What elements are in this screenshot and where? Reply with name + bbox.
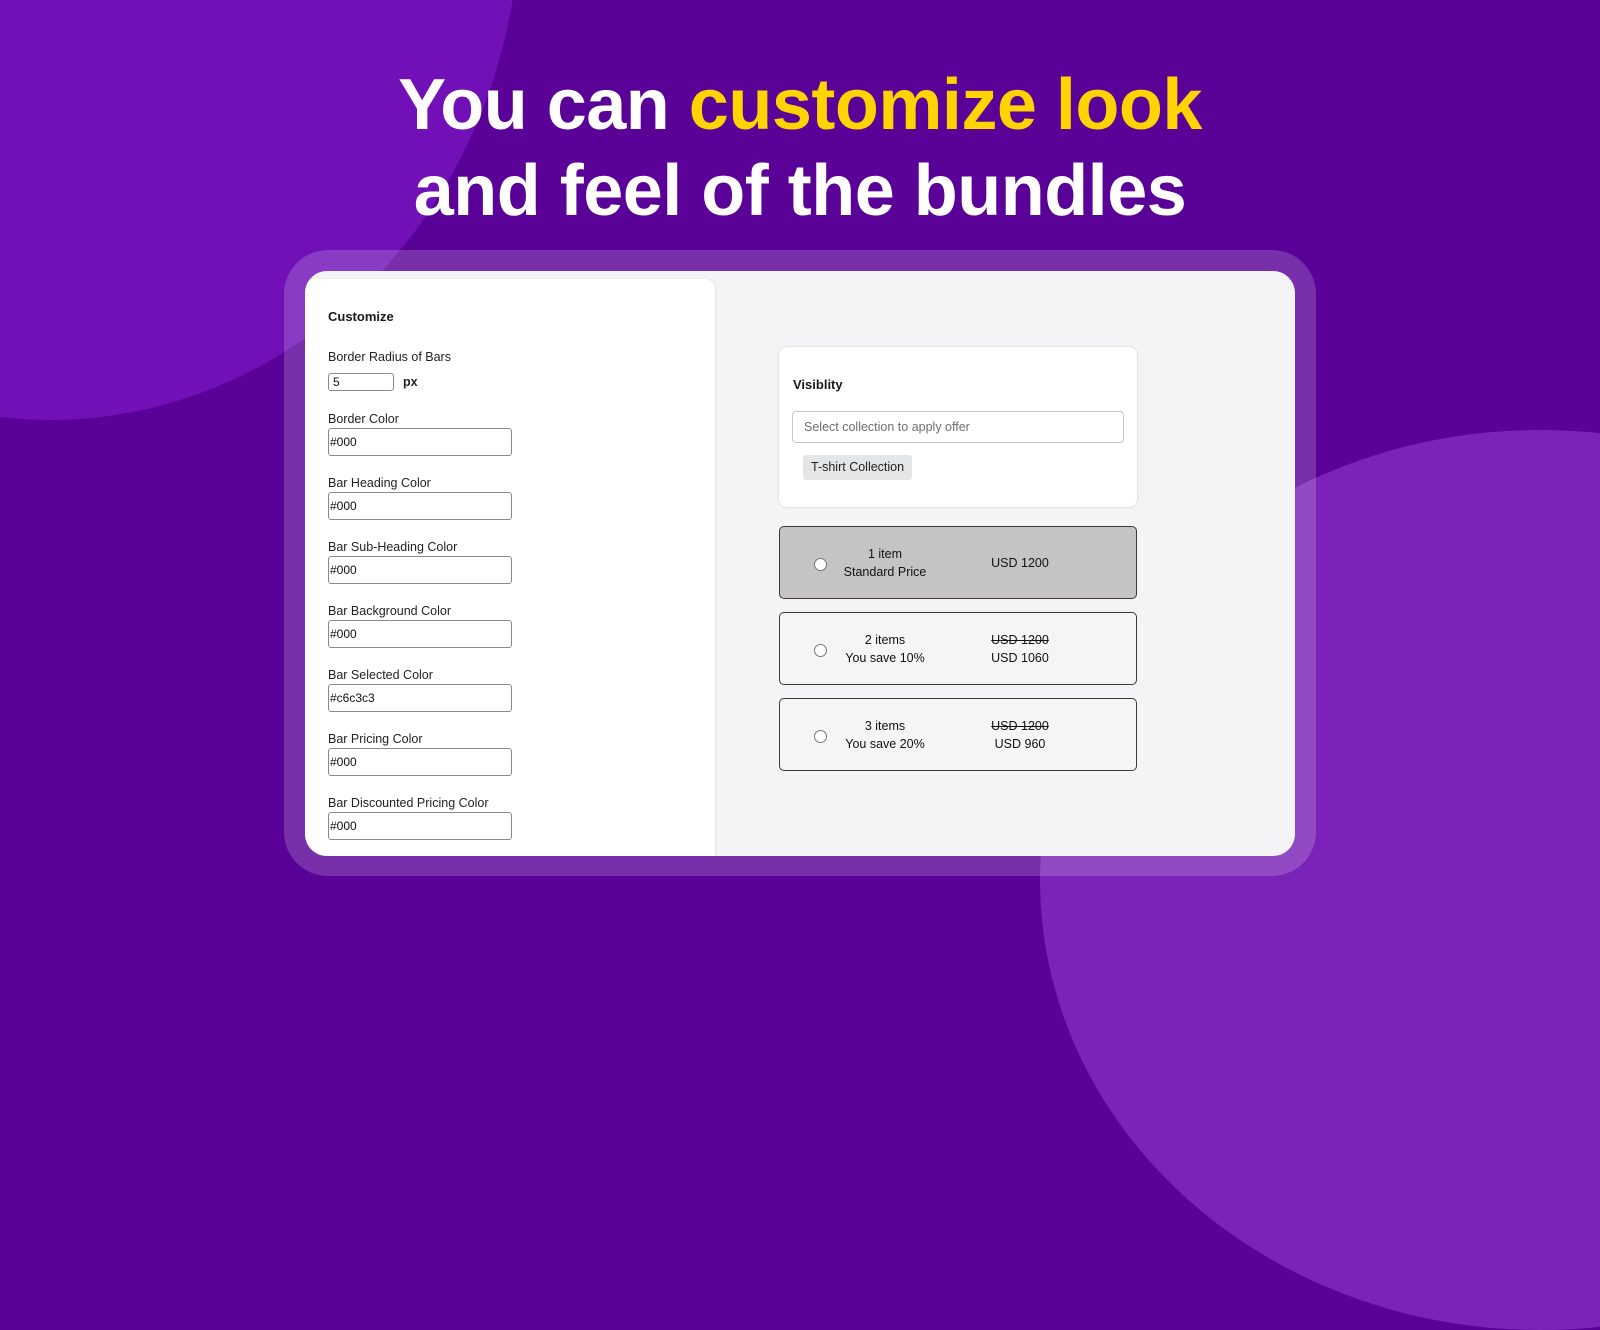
bar-subheading-text: Standard Price [843,565,927,579]
bar-original-price: USD 1200 [991,719,1049,733]
collection-select-input[interactable] [792,411,1124,443]
bar-heading: 3 items You save 20% [835,717,935,753]
bar-pricing-color-input[interactable] [328,748,512,776]
bar-price: USD 1200 [991,556,1049,570]
bar-selected-color-input[interactable] [328,684,512,712]
radio-button[interactable] [814,730,827,743]
bar-price: USD 960 [994,737,1046,751]
border-color-input[interactable] [328,428,512,456]
bar-background-color-label: Bar Background Color [328,604,451,618]
bar-subheading-text: You save 10% [845,651,925,665]
bar-heading: 2 items You save 10% [835,631,935,667]
radio-button[interactable] [814,644,827,657]
bar-price: USD 1060 [991,651,1049,665]
headline-prefix: You can [398,65,689,145]
bar-pricing: USD 1200 USD 960 [970,717,1070,753]
bar-discounted-pricing-color-label: Bar Discounted Pricing Color [328,796,489,810]
bundle-bar-2[interactable]: 2 items You save 10% USD 1200 USD 1060 [779,612,1137,685]
customize-panel: Customize Border Radius of Bars px Borde… [305,279,715,856]
border-radius-label: Border Radius of Bars [328,350,451,364]
bar-selected-color-label: Bar Selected Color [328,668,433,682]
border-radius-unit: px [403,375,418,389]
bundle-bar-3[interactable]: 3 items You save 20% USD 1200 USD 960 [779,698,1137,771]
bar-heading-text: 2 items [864,633,906,647]
bar-subheading-color-label: Bar Sub-Heading Color [328,540,458,554]
customize-title: Customize [328,309,394,324]
headline-accent: customize look [688,65,1203,145]
border-radius-input[interactable] [328,373,394,391]
border-color-label: Border Color [328,412,399,426]
headline-line-2: and feel of the bundles [413,151,1187,231]
visibility-card: Visiblity T-shirt Collection [779,347,1137,507]
bar-subheading-text: You save 20% [845,737,925,751]
bar-background-color-input[interactable] [328,620,512,648]
bar-heading-text: 3 items [864,719,906,733]
bar-heading-color-input[interactable] [328,492,512,520]
collection-tag[interactable]: T-shirt Collection [803,455,913,480]
app-window: Customize Border Radius of Bars px Borde… [305,271,1295,856]
bar-subheading-color-input[interactable] [328,556,512,584]
bar-heading-color-label: Bar Heading Color [328,476,431,490]
bar-original-price: USD 1200 [991,633,1049,647]
radio-button[interactable] [814,558,827,571]
bar-pricing: USD 1200 [970,554,1070,572]
bar-discounted-pricing-color-input[interactable] [328,812,512,840]
bundle-bar-1[interactable]: 1 item Standard Price USD 1200 [779,526,1137,599]
visibility-title: Visiblity [793,377,843,392]
headline: You can customize look and feel of the b… [0,62,1600,234]
bar-heading: 1 item Standard Price [835,545,935,581]
headline-line-1: You can customize look [0,62,1600,148]
bar-pricing: USD 1200 USD 1060 [970,631,1070,667]
bar-pricing-color-label: Bar Pricing Color [328,732,423,746]
bar-heading-text: 1 item [867,547,903,561]
